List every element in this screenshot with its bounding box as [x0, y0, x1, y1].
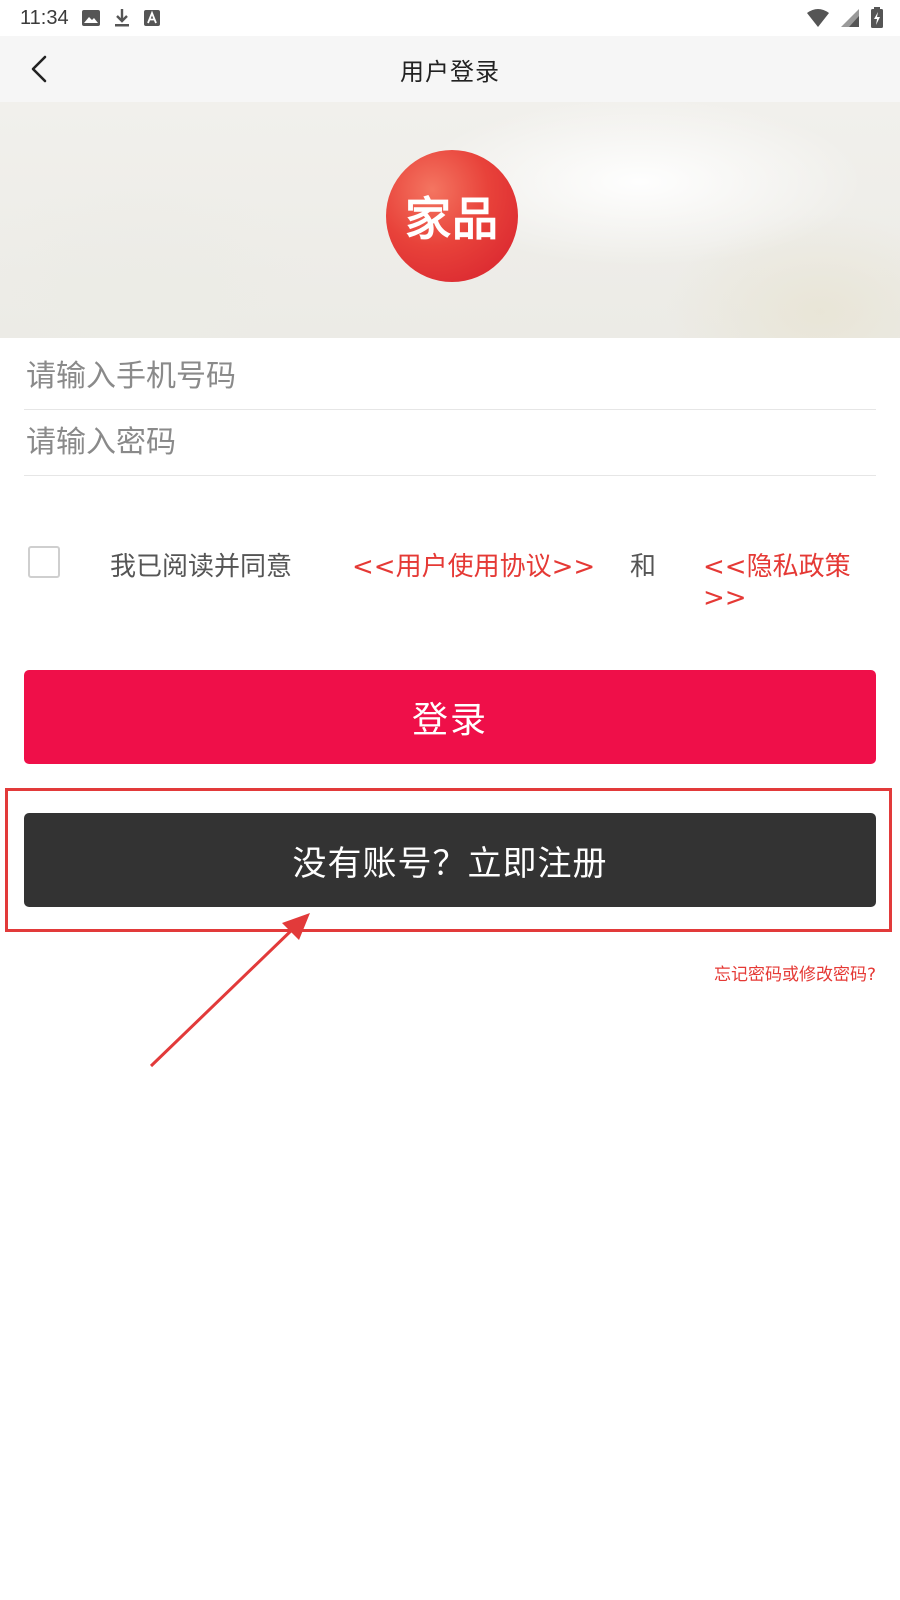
password-field-row: [24, 410, 876, 476]
header-banner: 家品: [0, 102, 900, 338]
status-right: [806, 7, 884, 29]
battery-icon: [870, 7, 884, 29]
status-time: 11:34: [20, 6, 69, 29]
agreement-row: 我已阅读并同意 <<用户使用协议>> 和 <<隐私政策>>: [26, 542, 878, 613]
back-button[interactable]: [16, 46, 62, 92]
agreement-text: 我已阅读并同意: [110, 552, 293, 582]
phone-field-row: [24, 344, 876, 410]
agreement-conjunction: 和: [630, 552, 657, 582]
terms-link[interactable]: <<用户使用协议>>: [352, 546, 595, 583]
chevron-left-icon: [31, 55, 47, 83]
image-icon: [81, 9, 101, 27]
login-screen: 11:34 用户登录 家品 请输入手机号码 我已阅读并同意 <<用户使用协议>>…: [0, 0, 900, 1600]
status-bar: 11:34: [0, 0, 900, 36]
register-button[interactable]: 没有账号？立即注册: [24, 813, 876, 907]
phone-input[interactable]: [24, 344, 876, 409]
password-input[interactable]: [24, 410, 876, 475]
app-logo: 家品: [386, 150, 518, 282]
wifi-icon: [806, 8, 830, 28]
status-left: 11:34: [20, 7, 161, 30]
signal-icon: [840, 8, 860, 28]
privacy-link[interactable]: <<隐私政策>>: [703, 546, 878, 613]
logo-text: 家品: [405, 192, 499, 246]
agreement-checkbox[interactable]: [28, 546, 60, 578]
download-icon: [113, 8, 131, 28]
text-a-icon: [143, 9, 161, 27]
forgot-password-link[interactable]: 忘记密码或修改密码?: [714, 960, 876, 985]
page-title: 用户登录: [400, 57, 500, 86]
login-button[interactable]: 登录: [24, 670, 876, 764]
title-bar: 用户登录: [0, 36, 900, 102]
